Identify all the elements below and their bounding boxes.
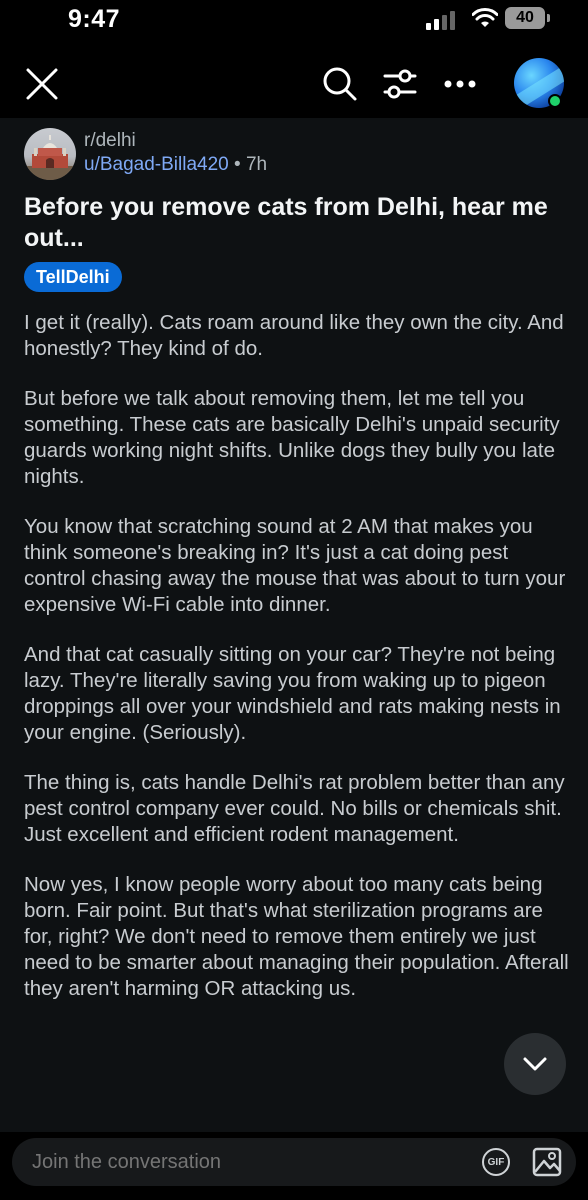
more-icon	[444, 80, 476, 88]
more-options-button[interactable]	[438, 62, 482, 106]
image-icon[interactable]	[532, 1147, 562, 1177]
scroll-down-button[interactable]	[504, 1033, 566, 1095]
gif-button[interactable]: GIF	[482, 1148, 510, 1176]
post-meta: u/Bagad-Billa420 • 7h	[84, 154, 267, 176]
battery-level: 40	[516, 9, 534, 26]
filter-button[interactable]	[378, 62, 422, 106]
post-flair[interactable]: TellDelhi	[24, 262, 122, 292]
reply-box[interactable]: GIF	[12, 1138, 576, 1186]
close-button[interactable]	[20, 62, 64, 106]
meta-separator: •	[234, 154, 241, 175]
body-paragraph: You know that scratching sound at 2 AM t…	[24, 515, 566, 616]
gif-icon: GIF	[487, 1156, 505, 1168]
status-time: 9:47	[68, 5, 121, 33]
signal-icon	[426, 11, 455, 30]
author-username[interactable]: u/Bagad-Billa420	[84, 154, 229, 175]
search-icon	[323, 67, 357, 101]
status-bar: 9:47 40	[0, 0, 588, 44]
post-title: Before you remove cats from Delhi, hear …	[24, 193, 548, 252]
body-paragraph: I get it (really). Cats roam around like…	[24, 311, 564, 360]
body-paragraph: And that cat casually sitting on your ca…	[24, 643, 561, 744]
monument-icon	[24, 135, 76, 180]
comment-input[interactable]	[32, 1138, 452, 1186]
top-navigation	[0, 48, 588, 118]
wifi-icon	[472, 8, 498, 27]
filter-icon	[383, 69, 417, 99]
online-status-dot	[548, 94, 562, 108]
close-icon	[26, 68, 58, 100]
bottom-reply-bar: GIF	[0, 1132, 588, 1200]
chevron-down-icon	[523, 1057, 547, 1071]
post-card: r/delhi u/Bagad-Billa420 • 7h Before you…	[0, 118, 588, 1132]
post-age: 7h	[245, 154, 268, 175]
battery-tip	[547, 14, 550, 22]
battery-icon: 40	[505, 7, 545, 29]
subreddit-name[interactable]: r/delhi	[84, 130, 136, 152]
subreddit-avatar[interactable]	[24, 128, 76, 180]
post-body: I get it (really). Cats roam around like…	[24, 310, 569, 1026]
body-paragraph: But before we talk about removing them, …	[24, 387, 560, 488]
search-button[interactable]	[318, 62, 362, 106]
body-paragraph: Now yes, I know people worry about too m…	[24, 873, 569, 1000]
body-paragraph: The thing is, cats handle Delhi's rat pr…	[24, 771, 565, 846]
